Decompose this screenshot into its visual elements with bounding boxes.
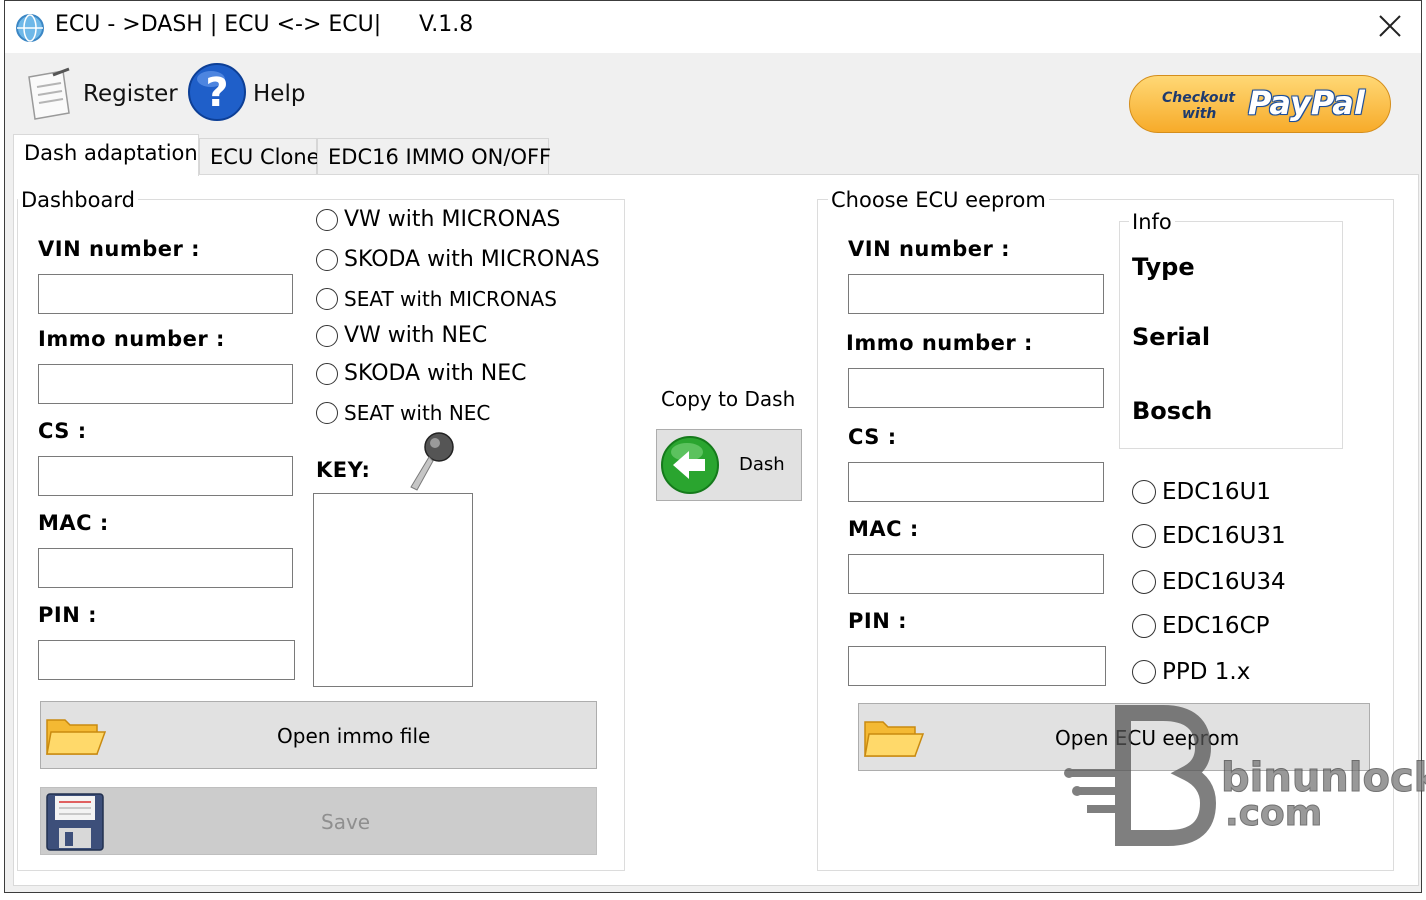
radio-label: SKODA with MICRONAS <box>344 247 600 272</box>
paypal-checkout-button[interactable]: Checkout with PayPal <box>1129 75 1391 133</box>
save-floppy-icon <box>46 793 104 851</box>
dash-button-label: Dash <box>739 454 785 475</box>
radio-edc16u31[interactable]: EDC16U31 <box>1132 523 1286 549</box>
radio-edc16u34[interactable]: EDC16U34 <box>1132 569 1286 595</box>
ecu-group-title: Choose ECU eeprom <box>828 188 1049 212</box>
save-label: Save <box>321 810 371 834</box>
title-bar: ECU - >DASH | ECU <-> ECU| V.1.8 <box>5 1 1421 53</box>
radio-label: EDC16U34 <box>1162 569 1286 595</box>
ecu-pin-label: PIN : <box>848 609 907 633</box>
dash-mac-label: MAC : <box>38 511 109 535</box>
radio-circle <box>1132 480 1156 504</box>
radio-circle <box>316 288 338 310</box>
app-window: ECU - >DASH | ECU <-> ECU| V.1.8 Registe… <box>4 0 1426 893</box>
help-question-icon: ? <box>188 63 246 121</box>
radio-circle <box>316 362 338 385</box>
open-immo-file-button[interactable]: Open immo file <box>40 701 597 769</box>
paypal-checkout-text: Checkout <box>1162 90 1236 106</box>
ecu-pin-input[interactable] <box>848 646 1106 686</box>
folder-icon <box>864 721 925 757</box>
ecu-immo-input[interactable] <box>848 368 1104 408</box>
radio-edc16u1[interactable]: EDC16U1 <box>1132 479 1271 505</box>
info-serial: Serial <box>1132 323 1211 351</box>
radio-circle <box>316 402 338 424</box>
radio-circle <box>1132 614 1156 638</box>
radio-label: EDC16U31 <box>1162 523 1286 549</box>
radio-label: PPD 1.x <box>1162 659 1251 685</box>
radio-vw-nec[interactable]: VW with NEC <box>316 323 487 348</box>
tab-edc16-immo[interactable]: EDC16 IMMO ON/OFF <box>317 138 551 174</box>
radio-label: EDC16CP <box>1162 613 1270 639</box>
window-version: V.1.8 <box>419 12 474 37</box>
open-ecu-eeprom-button[interactable]: Open ECU eeprom <box>858 703 1370 771</box>
key-textarea[interactable] <box>313 493 473 687</box>
info-type: Type <box>1132 253 1195 281</box>
radio-label: SKODA with NEC <box>344 361 527 386</box>
radio-skoda-nec[interactable]: SKODA with NEC <box>316 361 527 386</box>
copy-to-dash-button[interactable]: Dash <box>656 429 802 501</box>
radio-circle <box>316 248 338 271</box>
dashboard-group-title: Dashboard <box>18 188 138 212</box>
key-icon <box>410 432 454 491</box>
radio-skoda-micronas[interactable]: SKODA with MICRONAS <box>316 247 600 272</box>
info-bosch: Bosch <box>1132 397 1213 425</box>
radio-vw-micronas[interactable]: VW with MICRONAS <box>316 207 560 232</box>
register-notepad-icon <box>28 67 70 120</box>
radio-circle <box>316 324 338 347</box>
radio-ppd1x[interactable]: PPD 1.x <box>1132 659 1250 685</box>
radio-seat-nec[interactable]: SEAT with NEC <box>316 401 490 425</box>
info-group-title: Info <box>1129 210 1175 234</box>
radio-circle <box>1132 570 1156 594</box>
ecu-cs-label: CS : <box>848 425 897 449</box>
tab-ecu-clone[interactable]: ECU Clone <box>199 138 320 174</box>
radio-label: SEAT with MICRONAS <box>344 287 557 311</box>
dash-vin-label: VIN number : <box>38 237 201 261</box>
paypal-with-text: with <box>1182 106 1217 122</box>
radio-circle <box>1132 660 1156 684</box>
close-icon[interactable] <box>1375 11 1405 41</box>
radio-seat-micronas[interactable]: SEAT with MICRONAS <box>316 287 557 311</box>
save-button[interactable]: Save <box>40 787 597 855</box>
dash-immo-input[interactable] <box>38 364 293 404</box>
dash-pin-input[interactable] <box>38 640 295 680</box>
register-label: Register <box>83 81 178 107</box>
open-ecu-label: Open ECU eeprom <box>1055 726 1240 750</box>
ecu-mac-input[interactable] <box>848 554 1104 594</box>
radio-edc16cp[interactable]: EDC16CP <box>1132 613 1270 639</box>
help-button[interactable]: ? Help <box>185 61 315 127</box>
tab-dash-adaptation[interactable]: Dash adaptation <box>13 134 199 176</box>
key-label: KEY: <box>316 458 371 482</box>
copy-to-dash-label: Copy to Dash <box>661 387 796 411</box>
svg-text:?: ? <box>205 70 228 116</box>
ecu-cs-input[interactable] <box>848 462 1104 502</box>
folder-icon <box>46 719 107 755</box>
register-button[interactable]: Register <box>21 65 181 125</box>
arrow-left-icon <box>661 436 719 494</box>
window-title: ECU - >DASH | ECU <-> ECU| <box>55 12 382 37</box>
radio-label: VW with NEC <box>344 323 488 348</box>
radio-circle <box>316 208 338 231</box>
dash-pin-label: PIN : <box>38 603 97 627</box>
ecu-vin-label: VIN number : <box>848 237 1011 261</box>
ecu-vin-input[interactable] <box>848 274 1104 314</box>
ecu-mac-label: MAC : <box>848 517 919 541</box>
app-globe-icon <box>16 14 44 42</box>
open-immo-label: Open immo file <box>277 724 431 748</box>
dash-cs-label: CS : <box>38 419 87 443</box>
dash-immo-label: Immo number : <box>38 327 225 351</box>
dash-cs-input[interactable] <box>38 456 293 496</box>
dash-mac-input[interactable] <box>38 548 293 588</box>
ecu-immo-label: Immo number : <box>846 331 1033 355</box>
paypal-logo: PayPal <box>1248 84 1365 122</box>
dash-vin-input[interactable] <box>38 274 293 314</box>
help-label: Help <box>253 81 306 107</box>
radio-circle <box>1132 524 1156 548</box>
radio-label: EDC16U1 <box>1162 479 1272 505</box>
radio-label: SEAT with NEC <box>344 401 491 425</box>
radio-label: VW with MICRONAS <box>344 207 561 232</box>
